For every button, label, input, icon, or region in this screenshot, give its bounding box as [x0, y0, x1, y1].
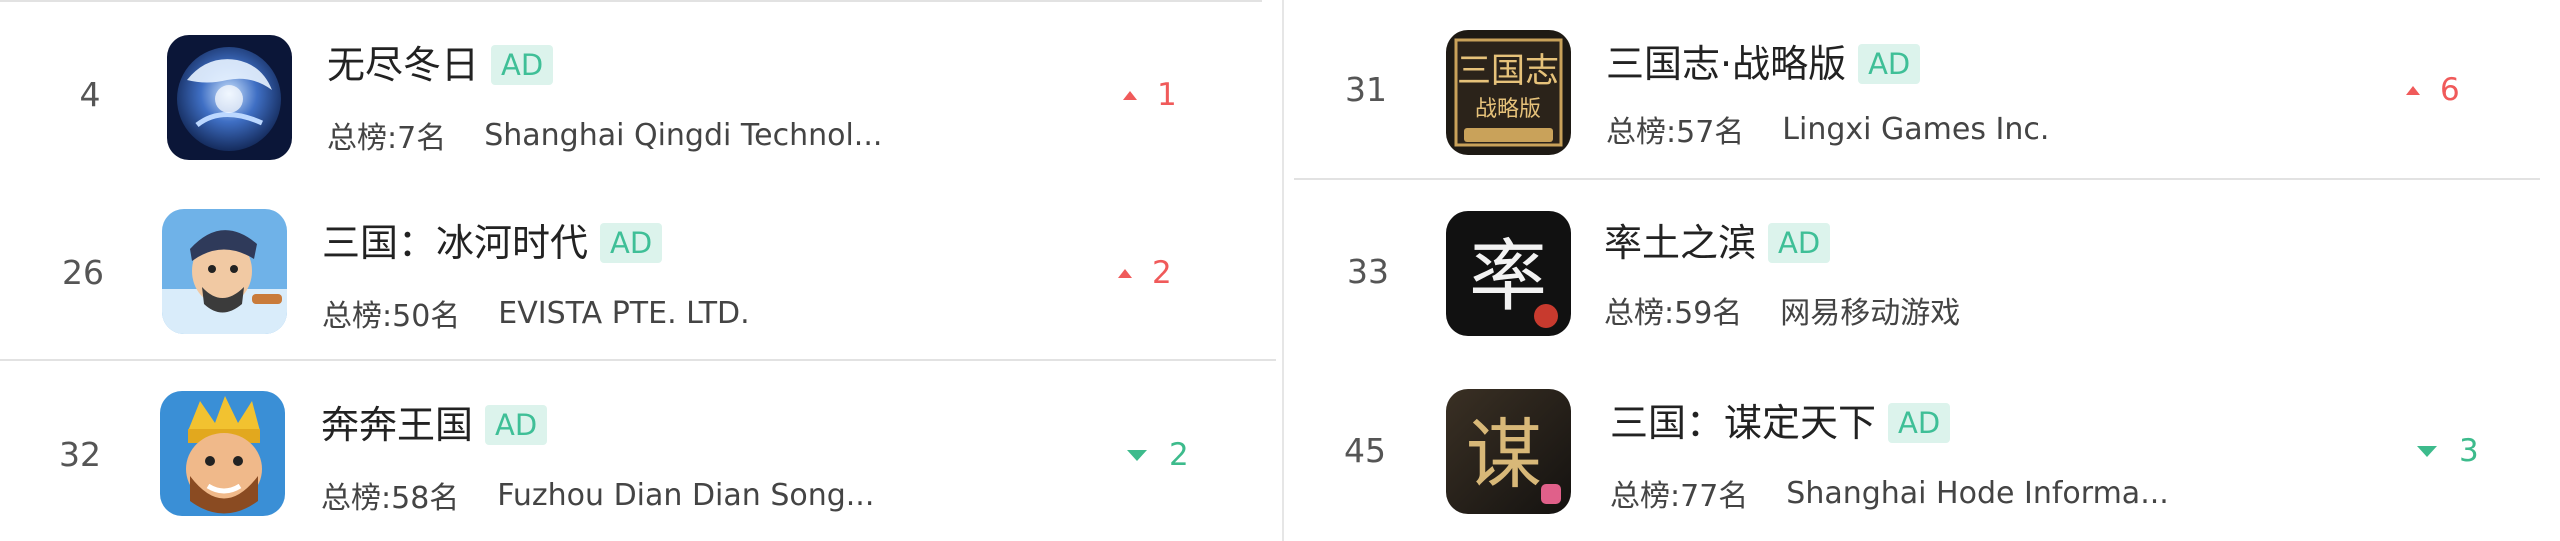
svg-text:战略版: 战略版 — [1475, 97, 1541, 122]
ranking-list-left: 4 无尽冬日 AD 总榜:7名 Shanghai Qingdi Technol.… — [0, 0, 1282, 541]
svg-text:三国志: 三国志 — [1457, 51, 1559, 91]
calligraphy-mou-icon[interactable]: 谋 — [1446, 389, 1571, 514]
overall-rank: 总榜:7名 — [327, 121, 447, 156]
developer-name: 网易移动游戏 — [1780, 296, 1961, 331]
frost-orb-icon[interactable] — [167, 35, 292, 160]
ad-badge: AD — [1888, 403, 1951, 443]
rank-number: 4 — [79, 75, 101, 114]
rank-change-down: 2 — [1127, 435, 1189, 475]
overall-rank: 总榜:77名 — [1610, 479, 1749, 514]
ad-badge: AD — [600, 223, 663, 263]
arrow-down-icon — [2417, 445, 2437, 457]
app-title-line: 三国：谋定天下 AD — [1610, 399, 1951, 447]
developer-name: Shanghai Qingdi Technol... — [484, 117, 883, 153]
sanguozhi-logo-icon[interactable]: 三国志 战略版 — [1446, 30, 1571, 155]
app-title-line: 三国：冰河时代 AD — [322, 219, 663, 267]
arrow-up-icon — [2406, 85, 2420, 95]
app-title-line: 无尽冬日 AD — [327, 41, 554, 89]
warrior-portrait-icon[interactable] — [162, 209, 287, 334]
developer-name: Lingxi Games Inc. — [1782, 111, 2050, 147]
app-name[interactable]: 三国：冰河时代 — [322, 219, 588, 267]
ad-badge: AD — [485, 405, 548, 445]
rank-change-up: 1 — [1123, 75, 1177, 115]
rank-change-value: 3 — [2459, 433, 2479, 469]
rank-change-value: 2 — [1152, 255, 1172, 291]
app-meta-line: 总榜:7名 Shanghai Qingdi Technol... — [327, 115, 883, 157]
overall-rank: 总榜:57名 — [1606, 115, 1745, 150]
app-meta-line: 总榜:77名 Shanghai Hode Informa... — [1610, 473, 2169, 515]
app-name[interactable]: 无尽冬日 — [327, 41, 479, 89]
arrow-down-icon — [1127, 449, 1147, 461]
overall-rank: 总榜:58名 — [321, 481, 460, 516]
app-meta-line: 总榜:58名 Fuzhou Dian Dian Song... — [321, 475, 875, 517]
ad-badge: AD — [1858, 44, 1921, 84]
rank-number: 32 — [59, 435, 101, 474]
row-divider — [0, 359, 1276, 361]
app-title-line: 率土之滨 AD — [1604, 219, 1831, 267]
row-divider — [1294, 178, 2540, 180]
svg-text:率: 率 — [1469, 232, 1547, 322]
developer-name: Fuzhou Dian Dian Song... — [497, 477, 875, 513]
king-portrait-icon[interactable] — [160, 391, 285, 516]
app-name[interactable]: 奔奔王国 — [321, 401, 473, 449]
arrow-up-icon — [1118, 268, 1132, 278]
ranking-list-right: 31 三国志 战略版 三国志·战略版 AD 总榜:57名 Lingxi Game… — [1284, 0, 2560, 541]
ad-badge: AD — [1768, 223, 1831, 263]
app-meta-line: 总榜:57名 Lingxi Games Inc. — [1606, 109, 2050, 151]
rank-number: 33 — [1347, 252, 1389, 291]
rank-change-value: 2 — [1169, 437, 1189, 473]
rank-number: 45 — [1344, 431, 1386, 470]
rank-number: 31 — [1345, 70, 1387, 109]
rank-number: 26 — [62, 253, 104, 292]
app-title-line: 奔奔王国 AD — [321, 401, 548, 449]
app-title-line: 三国志·战略版 AD — [1606, 40, 1921, 88]
rank-change-value: 6 — [2440, 72, 2460, 108]
developer-name: EVISTA PTE. LTD. — [498, 295, 750, 331]
rank-change-up: 6 — [2406, 70, 2460, 110]
app-name[interactable]: 率土之滨 — [1604, 219, 1756, 267]
rank-change-up: 2 — [1118, 253, 1172, 293]
svg-text:谋: 谋 — [1466, 410, 1542, 499]
rank-change-down: 3 — [2417, 431, 2479, 471]
list-item[interactable]: 33 率 率土之滨 AD 总榜:59名 网易移动游戏 — [1284, 181, 2560, 361]
ranking-panel: 4 无尽冬日 AD 总榜:7名 Shanghai Qingdi Technol.… — [0, 0, 2560, 541]
list-item[interactable]: 26 三国：冰河时代 AD 总榜:50名 EVISTA PTE. LTD. 2 — [0, 183, 1282, 363]
app-name[interactable]: 三国志·战略版 — [1606, 40, 1846, 88]
app-name[interactable]: 三国：谋定天下 — [1610, 399, 1876, 447]
app-meta-line: 总榜:50名 EVISTA PTE. LTD. — [322, 293, 750, 335]
arrow-up-icon — [1123, 90, 1137, 100]
list-item[interactable]: 31 三国志 战略版 三国志·战略版 AD 总榜:57名 Lingxi Game… — [1284, 0, 2560, 180]
overall-rank: 总榜:59名 — [1604, 296, 1743, 331]
row-divider — [0, 0, 1262, 2]
list-item[interactable]: 45 谋 三国：谋定天下 AD 总榜:77名 Shanghai Hode Inf… — [1284, 361, 2560, 541]
list-item[interactable]: 32 奔奔王国 AD 总榜:58名 Fuzhou Dian Dian Song.… — [0, 363, 1282, 541]
overall-rank: 总榜:50名 — [322, 299, 461, 334]
calligraphy-shuai-icon[interactable]: 率 — [1446, 211, 1571, 336]
list-item[interactable]: 4 无尽冬日 AD 总榜:7名 Shanghai Qingdi Technol.… — [0, 5, 1282, 185]
app-meta-line: 总榜:59名 网易移动游戏 — [1604, 290, 1961, 331]
ad-badge: AD — [491, 45, 554, 85]
developer-name: Shanghai Hode Informa... — [1786, 475, 2169, 511]
rank-change-value: 1 — [1157, 77, 1177, 113]
